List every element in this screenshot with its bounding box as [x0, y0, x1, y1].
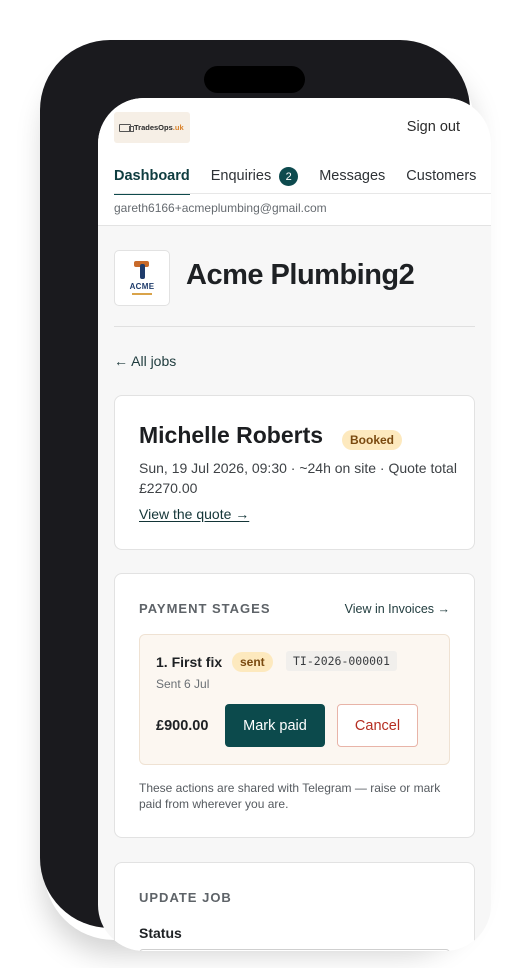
nav-tab-label: Dashboard — [114, 168, 190, 184]
stage-title: 1. First fix — [156, 654, 223, 670]
nav-tab-customers[interactable]: Customers — [406, 168, 476, 194]
screen: TradesOps.uk Sign out Dashboard Enquirie… — [98, 98, 491, 951]
nav-tab-dashboard[interactable]: Dashboard — [114, 168, 190, 195]
payment-stages-card: PAYMENT STAGES View in Invoices → 1. Fir… — [114, 573, 475, 838]
business-name: Acme Plumbing2 — [186, 259, 415, 291]
section-title: PAYMENT STAGES — [139, 601, 271, 616]
van-icon — [119, 123, 134, 132]
view-quote-link[interactable]: View the quote → — [139, 506, 249, 522]
wrench-icon — [133, 261, 151, 279]
main-nav: Dashboard Enquiries 2 Messages Customers — [114, 167, 491, 195]
view-invoices-link[interactable]: View in Invoices → — [345, 602, 450, 616]
stage-sent-date: Sent 6 Jul — [156, 677, 210, 691]
business-logo: ACME — [114, 250, 170, 306]
dynamic-island — [204, 66, 305, 93]
status-label: Status — [139, 925, 182, 941]
brand-logo[interactable]: TradesOps.uk — [114, 112, 190, 143]
enquiries-count-badge: 2 — [279, 167, 299, 186]
app-header: TradesOps.uk Sign out Dashboard Enquirie… — [98, 98, 491, 226]
payments-note: These actions are shared with Telegram —… — [139, 781, 441, 811]
client-name: Michelle Roberts — [139, 422, 324, 448]
stage-status-badge: sent — [232, 652, 273, 672]
sign-out-link[interactable]: Sign out — [407, 119, 460, 135]
section-title: UPDATE JOB — [139, 890, 232, 905]
nav-tab-label: Enquiries — [210, 168, 272, 184]
invoice-number: TI-2026-000001 — [286, 651, 397, 671]
account-email: gareth6166+acmeplumbing@gmail.com — [114, 201, 327, 215]
nav-tab-label: Messages — [319, 168, 386, 184]
job-details: Sun, 19 Jul 2026, 09:30 · ~24h on site ·… — [139, 460, 457, 496]
status-select[interactable] — [139, 949, 450, 951]
job-summary-card: Michelle Roberts Booked Sun, 19 Jul 2026… — [114, 395, 475, 550]
job-status-badge: Booked — [342, 430, 403, 450]
divider — [114, 326, 475, 327]
nav-tab-label: Customers — [406, 168, 477, 184]
nav-tab-enquiries[interactable]: Enquiries 2 — [210, 167, 299, 194]
brand-logo-text: TradesOps.uk — [134, 123, 184, 132]
nav-tab-messages[interactable]: Messages — [319, 168, 385, 194]
phone-frame: TradesOps.uk Sign out Dashboard Enquirie… — [40, 40, 491, 951]
business-logo-underline — [132, 293, 152, 295]
mark-paid-button[interactable]: Mark paid — [225, 704, 325, 747]
all-jobs-link[interactable]: ← All jobs — [114, 353, 176, 369]
update-job-card: UPDATE JOB Status — [114, 862, 475, 951]
cancel-button[interactable]: Cancel — [337, 704, 418, 747]
stage-amount: £900.00 — [156, 718, 209, 734]
nav-divider — [114, 193, 491, 194]
business-logo-text: ACME — [129, 282, 155, 291]
payment-stage-item: 1. First fix sent TI-2026-000001 Sent 6 … — [139, 634, 450, 765]
